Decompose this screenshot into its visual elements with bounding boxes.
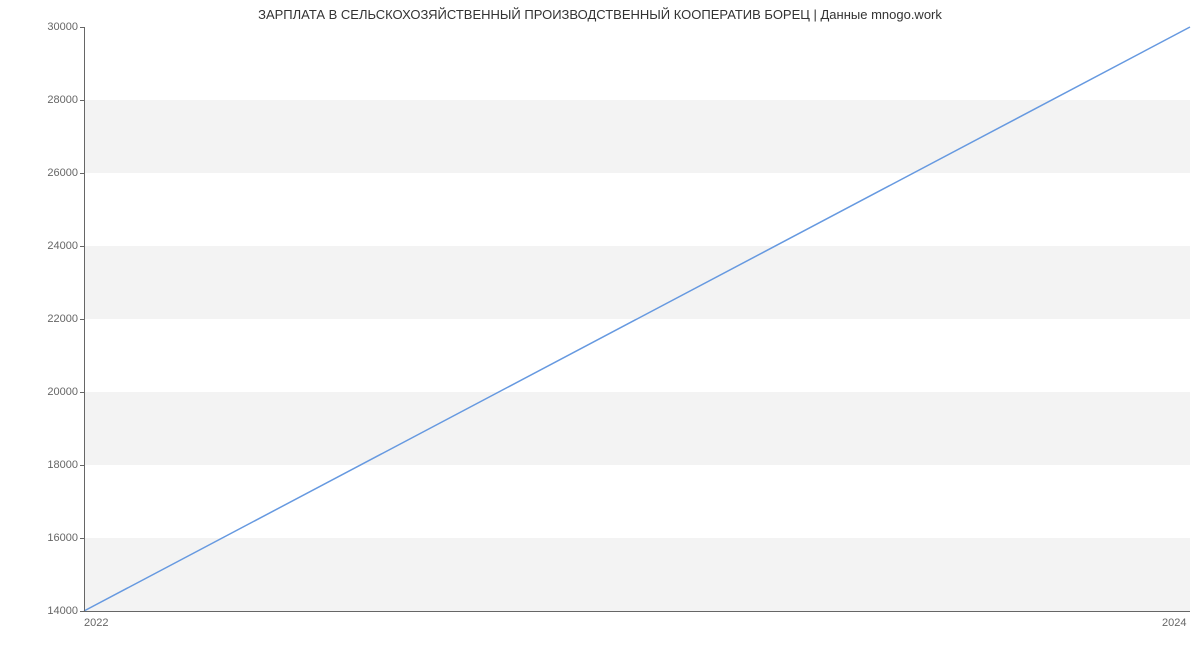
y-tick-label: 24000 <box>8 240 78 252</box>
y-tick-label: 30000 <box>8 21 78 33</box>
y-tick-label: 14000 <box>8 605 78 617</box>
y-tick-label: 26000 <box>8 167 78 179</box>
chart-title: ЗАРПЛАТА В СЕЛЬСКОХОЗЯЙСТВЕННЫЙ ПРОИЗВОД… <box>0 7 1200 22</box>
y-axis-line <box>84 27 85 611</box>
y-tick-mark <box>80 246 84 247</box>
y-tick-mark <box>80 173 84 174</box>
y-tick-mark <box>80 392 84 393</box>
plot-area <box>84 27 1190 611</box>
y-tick-mark <box>80 611 84 612</box>
chart-line-layer <box>84 27 1190 611</box>
y-tick-label: 20000 <box>8 386 78 398</box>
y-tick-label: 22000 <box>8 313 78 325</box>
y-tick-mark <box>80 100 84 101</box>
x-axis-line <box>84 611 1190 612</box>
y-tick-label: 28000 <box>8 94 78 106</box>
x-tick-label: 2022 <box>84 617 108 629</box>
y-tick-mark <box>80 319 84 320</box>
y-tick-label: 16000 <box>8 532 78 544</box>
x-tick-label: 2024 <box>1162 617 1186 629</box>
y-tick-mark <box>80 538 84 539</box>
y-tick-mark <box>80 27 84 28</box>
data-line <box>84 27 1190 611</box>
y-tick-mark <box>80 465 84 466</box>
y-tick-label: 18000 <box>8 459 78 471</box>
